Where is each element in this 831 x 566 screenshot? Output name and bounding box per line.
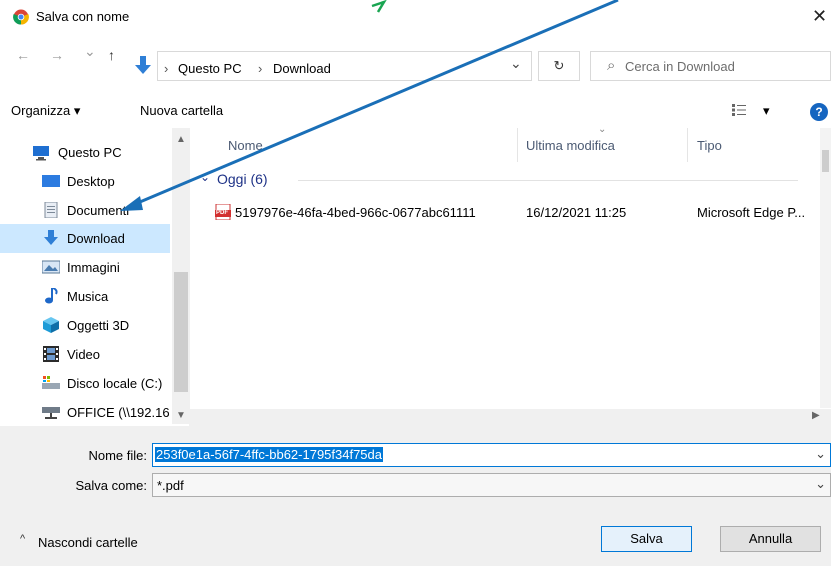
address-dropdown-icon[interactable]: ⌄ xyxy=(510,55,522,72)
search-icon: ⌕ xyxy=(607,57,616,74)
column-header-modified[interactable]: Ultima modifica xyxy=(526,138,615,153)
cube-3d-icon xyxy=(43,317,59,333)
chrome-app-icon xyxy=(13,9,29,25)
file-list xyxy=(190,128,831,426)
pdf-badge: PDF xyxy=(216,210,228,216)
group-divider xyxy=(298,180,798,181)
pdf-file-icon: PDF xyxy=(215,203,231,221)
nav-scrollbar-thumb[interactable] xyxy=(174,272,188,392)
filename-label: Nome file: xyxy=(88,448,147,463)
search-input[interactable]: ⌕ Cerca in Download xyxy=(590,51,831,81)
filename-value: 253f0e1a-56f7-4ffc-bb62-1795f34f75da xyxy=(155,447,384,462)
save-as-dialog: Salva con nome ✕ ← → ⌄ ↑ › Questo PC › D… xyxy=(0,0,831,566)
computer-icon xyxy=(33,146,49,161)
download-folder-icon xyxy=(135,56,151,74)
nav-item-documents[interactable]: Documenti xyxy=(0,196,170,225)
filename-input[interactable]: 253f0e1a-56f7-4ffc-bb62-1795f34f75da ⌄ xyxy=(152,443,831,467)
close-button[interactable]: ✕ xyxy=(812,6,827,27)
hscroll-right-icon[interactable]: ▶ xyxy=(812,410,820,421)
recent-locations-button[interactable]: ⌄ xyxy=(84,43,96,60)
nav-item-music[interactable]: Musica xyxy=(0,282,170,311)
column-header-type[interactable]: Tipo xyxy=(697,138,722,153)
file-name-cell[interactable]: 5197976e-46fa-4bed-966c-0677abc61111 xyxy=(235,205,476,220)
network-drive-icon xyxy=(42,407,60,419)
up-button[interactable]: ↑ xyxy=(108,47,115,63)
file-modified-cell: 16/12/2021 11:25 xyxy=(526,205,627,220)
savetype-dropdown-icon[interactable]: ⌄ xyxy=(815,476,826,492)
column-header-name[interactable]: Nome xyxy=(228,138,263,153)
help-icon[interactable]: ? xyxy=(810,103,828,121)
sort-chevron-icon: ⌄ xyxy=(598,124,607,135)
savetype-label: Salva come: xyxy=(75,478,147,493)
group-collapse-icon[interactable]: ⌄ xyxy=(200,170,210,184)
nav-item-3d-objects[interactable]: Oggetti 3D xyxy=(0,311,170,340)
save-button[interactable]: Salva xyxy=(601,526,692,552)
breadcrumb-download[interactable]: Download xyxy=(273,61,331,76)
breadcrumb-separator: › xyxy=(164,61,169,76)
pictures-icon xyxy=(42,260,60,274)
group-header-today[interactable]: Oggi (6) xyxy=(217,171,268,187)
file-list-vscroll-thumb[interactable] xyxy=(822,150,829,172)
address-bar[interactable]: › Questo PC › Download ⌄ xyxy=(157,51,532,81)
organize-menu[interactable]: Organizza ▾ xyxy=(11,103,80,119)
nav-item-video[interactable]: Video xyxy=(0,340,170,369)
hard-drive-icon xyxy=(42,376,60,389)
navigation-pane: Questo PC Desktop Documenti Download Imm… xyxy=(0,128,190,426)
nav-item-this-pc[interactable]: Questo PC xyxy=(0,138,170,167)
refresh-button[interactable]: ↻ xyxy=(538,51,580,81)
breadcrumb-this-pc[interactable]: Questo PC xyxy=(178,61,242,76)
file-type-cell: Microsoft Edge P... xyxy=(697,205,806,220)
column-separator[interactable] xyxy=(517,128,518,162)
file-list-hscrollbar[interactable] xyxy=(190,409,831,426)
music-note-icon xyxy=(45,288,58,304)
forward-button[interactable]: → xyxy=(50,47,64,63)
view-dropdown-icon[interactable]: ▾ xyxy=(763,103,770,119)
back-button[interactable]: ← xyxy=(16,47,30,63)
nav-scroll-down-icon[interactable]: ▼ xyxy=(176,410,186,421)
video-film-icon xyxy=(43,346,59,362)
savetype-value: *.pdf xyxy=(157,478,184,493)
search-placeholder: Cerca in Download xyxy=(625,59,735,74)
breadcrumb-separator: › xyxy=(258,61,263,76)
cancel-button[interactable]: Annulla xyxy=(720,526,821,552)
new-folder-button[interactable]: Nuova cartella xyxy=(140,103,223,118)
nav-item-pictures[interactable]: Immagini xyxy=(0,253,170,282)
documents-icon xyxy=(44,202,58,218)
hide-folders-button[interactable]: Nascondi cartelle xyxy=(38,535,138,550)
nav-scroll-up-icon[interactable]: ▲ xyxy=(176,134,186,145)
view-options-icon[interactable] xyxy=(732,104,746,116)
hide-folders-chevron-icon[interactable]: ^ xyxy=(20,533,25,545)
download-icon xyxy=(44,230,58,245)
savetype-select[interactable]: *.pdf ⌄ xyxy=(152,473,831,497)
desktop-icon xyxy=(42,175,60,187)
column-separator[interactable] xyxy=(687,128,688,162)
dialog-title: Salva con nome xyxy=(36,9,130,24)
filename-dropdown-icon[interactable]: ⌄ xyxy=(815,446,826,462)
nav-item-network-office[interactable]: OFFICE (\\192.16 xyxy=(0,398,170,427)
nav-item-download[interactable]: Download xyxy=(0,224,170,253)
nav-item-desktop[interactable]: Desktop xyxy=(0,167,170,196)
nav-item-local-disk[interactable]: Disco locale (C:) xyxy=(0,369,170,398)
